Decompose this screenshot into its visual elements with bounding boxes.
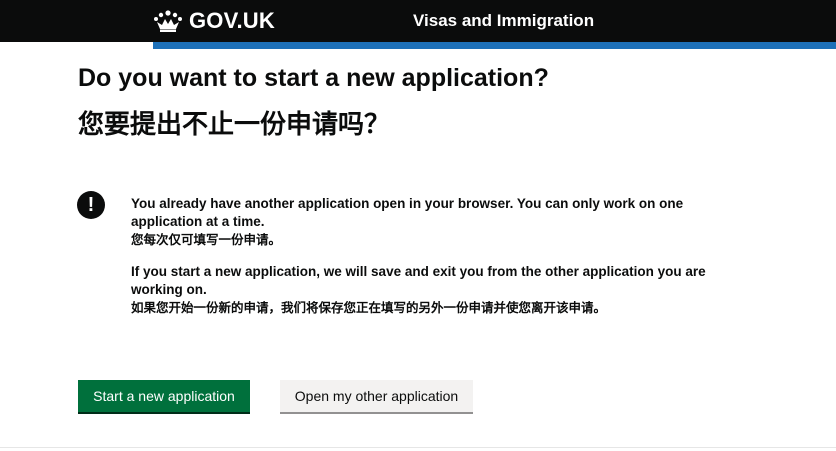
open-other-application-button[interactable]: Open my other application — [280, 380, 473, 412]
warning-text: You already have another application ope… — [131, 195, 721, 317]
warning-para2-en: If you start a new application, we will … — [131, 264, 706, 297]
header-blue-bar — [153, 42, 836, 49]
warning-para1-zh: 您每次仅可填写一份申请。 — [131, 232, 282, 247]
logo-text: GOV.UK — [189, 8, 275, 33]
page-title-chinese: 您要提出不止一份申请吗？ — [78, 110, 391, 140]
page-title: Do you want to start a new application? — [78, 64, 549, 92]
crown-icon — [154, 10, 182, 32]
service-name-link[interactable]: Visas and Immigration — [413, 10, 594, 32]
warning-para1-en: You already have another application ope… — [131, 196, 684, 229]
footer-divider — [0, 447, 836, 448]
warning-para2-zh: 如果您开始一份新的申请，我们将保存您正在填写的另外一份申请并使您离开该申请。 — [131, 300, 607, 315]
warning-icon: ! — [77, 191, 105, 219]
start-new-application-button[interactable]: Start a new application — [78, 380, 250, 412]
govuk-logo-link[interactable]: GOV.UK — [153, 8, 275, 34]
